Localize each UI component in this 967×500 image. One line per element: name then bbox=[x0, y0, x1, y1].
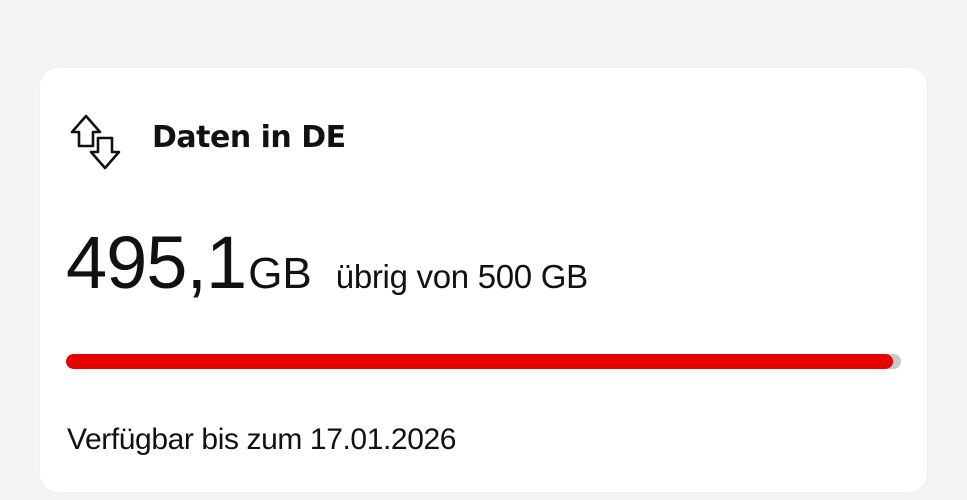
remaining-value: 495,1 bbox=[66, 221, 247, 304]
data-usage-card[interactable]: Daten in DE 495,1 GB übrig von 500 GB Ve… bbox=[40, 68, 927, 492]
usage-progress-bar bbox=[66, 354, 901, 369]
remaining-amount: 495,1 GB übrig von 500 GB bbox=[66, 226, 588, 300]
remaining-unit: GB bbox=[248, 249, 312, 298]
valid-until-text: Verfügbar bis zum 17.01.2026 bbox=[67, 423, 457, 456]
card-title: Daten in DE bbox=[152, 119, 346, 155]
remaining-of-total: übrig von 500 GB bbox=[335, 258, 588, 295]
data-transfer-arrows-icon bbox=[70, 114, 121, 170]
card-header: Daten in DE bbox=[68, 110, 346, 170]
usage-progress-fill bbox=[66, 354, 893, 369]
